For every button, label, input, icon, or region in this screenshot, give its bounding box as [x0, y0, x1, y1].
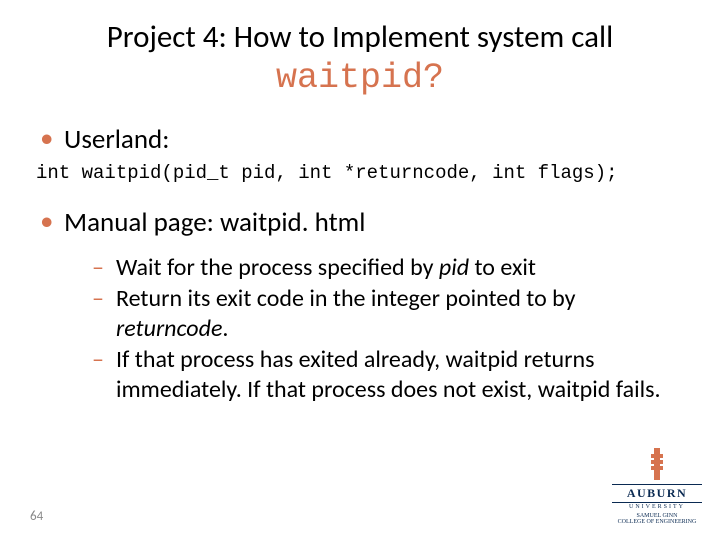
dash-item-2: Return its exit code in the integer poin… [92, 284, 690, 343]
bullet-list-2: Manual page: waitpid. html Wait for the … [36, 206, 690, 405]
bullet-userland: Userland: [36, 123, 690, 156]
dash1-text-a: Wait for the process specified by [116, 253, 439, 282]
dash1-text-b: to exit [469, 253, 536, 282]
logo-name: AUBURN [612, 484, 702, 503]
userland-label: Userland: [64, 123, 169, 156]
slide-title: Project 4: How to Implement system call … [30, 18, 690, 101]
dash1-pid: pid [439, 253, 469, 282]
logo-sub: UNIVERSITY [612, 504, 702, 510]
dash2-text-b: . [222, 314, 228, 343]
logo-college-line2: COLLEGE OF ENGINEERING [618, 519, 697, 525]
slide: Project 4: How to Implement system call … [0, 0, 720, 540]
dash2-text-a: Return its exit code in the integer poin… [116, 284, 576, 313]
dash2-returncode: returncode [116, 314, 222, 343]
bullet-manual: Manual page: waitpid. html Wait for the … [36, 206, 690, 405]
code-signature: int waitpid(pid_t pid, int *returncode, … [36, 162, 690, 184]
logo-college: SAMUEL GINN COLLEGE OF ENGINEERING [612, 513, 702, 526]
title-line1: Project 4: How to Implement system call [107, 18, 613, 56]
manual-label: Manual page: waitpid. html [64, 206, 365, 239]
bullet-list: Userland: [36, 123, 690, 156]
dash-item-3: If that process has exited already, wait… [92, 345, 690, 404]
dash-list: Wait for the process specified by pid to… [64, 253, 690, 405]
dash-item-1: Wait for the process specified by pid to… [92, 253, 690, 283]
auburn-logo: AUBURN UNIVERSITY SAMUEL GINN COLLEGE OF… [612, 448, 702, 526]
title-code: waitpid? [276, 58, 444, 98]
logo-college-line1: SAMUEL GINN [637, 513, 678, 519]
slide-body: Userland: int waitpid(pid_t pid, int *re… [30, 123, 690, 405]
tower-icon [650, 448, 664, 482]
page-number: 64 [30, 509, 43, 524]
